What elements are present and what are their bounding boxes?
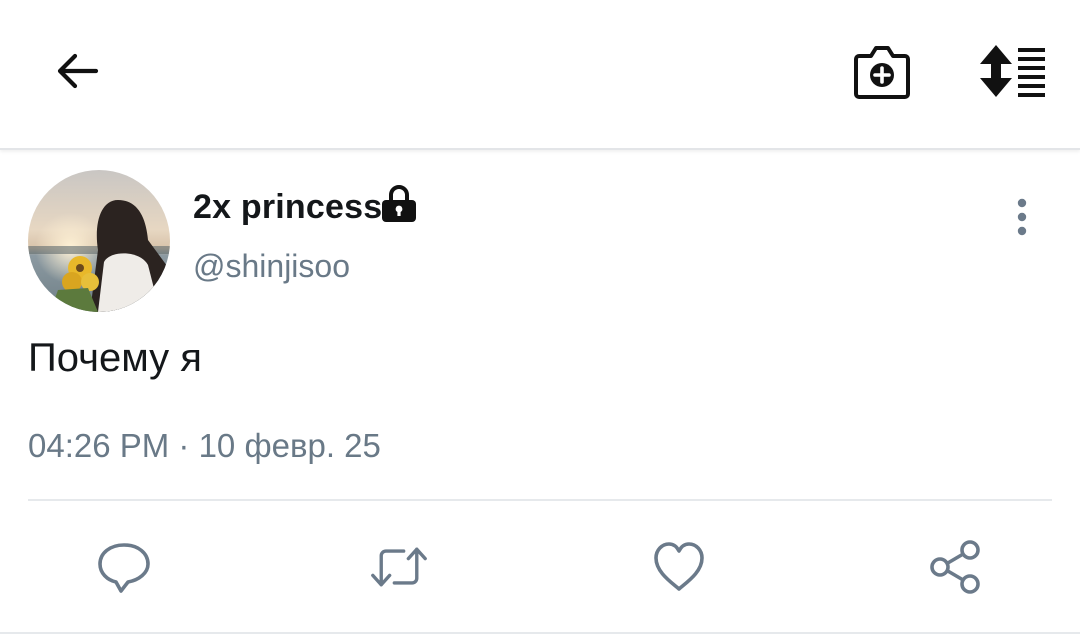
tweet-text: Почему я <box>28 336 202 380</box>
heart-icon <box>654 542 704 591</box>
speech-bubble-icon <box>98 543 150 593</box>
more-options-button[interactable] <box>1002 194 1042 240</box>
like-button[interactable] <box>650 538 708 596</box>
retweet-icon <box>371 547 427 587</box>
divider <box>28 499 1052 501</box>
user-handle[interactable]: @shinjisoo <box>193 248 350 285</box>
back-button[interactable] <box>46 40 108 102</box>
arrow-left-icon <box>57 53 99 89</box>
bottom-divider <box>0 632 1080 634</box>
reply-button[interactable] <box>95 538 153 596</box>
avatar[interactable] <box>28 170 170 312</box>
share-icon <box>930 540 980 594</box>
camera-button[interactable] <box>846 38 918 104</box>
more-vertical-icon <box>1017 198 1027 236</box>
tweet-timestamp: 04:26 PM · 10 февр. 25 <box>28 427 381 464</box>
lock-icon <box>382 185 416 222</box>
top-bar <box>0 0 1080 150</box>
display-name[interactable]: 2x princess <box>193 188 382 227</box>
retweet-button[interactable] <box>370 538 428 596</box>
sort-list-icon <box>980 45 1045 97</box>
share-button[interactable] <box>927 538 985 596</box>
camera-plus-icon <box>854 46 910 99</box>
sort-button[interactable] <box>974 38 1054 104</box>
